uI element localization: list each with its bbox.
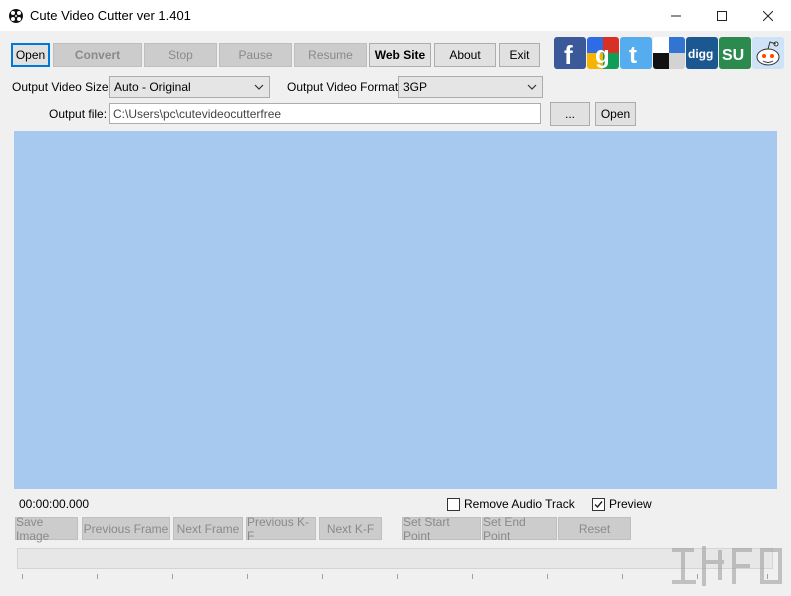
tick-mark — [547, 574, 548, 579]
delicious-icon[interactable] — [653, 37, 685, 69]
output-size-select[interactable]: Auto - Original — [109, 76, 270, 98]
video-preview-area[interactable] — [14, 131, 777, 489]
save-image-button[interactable]: Save Image — [15, 515, 78, 543]
checkbox-box — [447, 497, 460, 511]
minimize-button[interactable] — [653, 0, 699, 31]
tick-mark — [22, 574, 23, 579]
tick-mark — [622, 574, 623, 579]
output-format-select[interactable]: 3GP — [398, 76, 543, 98]
chevron-down-icon — [254, 84, 264, 90]
maximize-icon — [717, 10, 727, 21]
output-file-input[interactable]: C:\Users\pc\cutevideocutterfree — [109, 103, 541, 124]
chevron-down-icon — [527, 84, 537, 90]
open-folder-button[interactable]: Open — [595, 102, 636, 126]
reddit-icon[interactable] — [752, 37, 784, 69]
title-bar: Cute Video Cutter ver 1.401 — [0, 0, 791, 31]
timeline-ticks — [17, 574, 773, 582]
google-icon[interactable]: g — [587, 37, 619, 69]
convert-button[interactable]: Convert — [53, 43, 142, 67]
set-start-point-button[interactable]: Set Start Point — [402, 515, 481, 543]
timeline-trackbar[interactable] — [17, 548, 773, 569]
svg-text:g: g — [595, 42, 610, 69]
preview-label: Preview — [609, 497, 652, 511]
close-button[interactable] — [745, 0, 791, 31]
tick-mark — [172, 574, 173, 579]
output-size-value: Auto - Original — [114, 80, 191, 94]
svg-text:digg: digg — [688, 47, 713, 61]
svg-text:SU: SU — [722, 47, 744, 64]
previous-frame-button[interactable]: Previous Frame — [82, 517, 170, 540]
about-button[interactable]: About — [434, 43, 496, 67]
film-reel-icon — [9, 9, 23, 23]
tick-mark — [247, 574, 248, 579]
next-frame-button[interactable]: Next Frame — [173, 517, 243, 540]
tick-mark — [322, 574, 323, 579]
stop-button[interactable]: Stop — [144, 43, 217, 67]
website-button[interactable]: Web Site — [369, 43, 431, 67]
output-format-value: 3GP — [403, 80, 428, 94]
open-button[interactable]: Open — [11, 43, 50, 67]
tick-mark — [472, 574, 473, 579]
exit-button[interactable]: Exit — [499, 43, 540, 67]
digg-icon[interactable]: digg — [686, 37, 718, 69]
watermark-logo — [672, 546, 782, 586]
facebook-icon[interactable]: f — [554, 37, 586, 69]
browse-button[interactable]: ... — [550, 102, 590, 126]
window-title: Cute Video Cutter ver 1.401 — [30, 8, 191, 23]
time-display: 00:00:00.000 — [19, 497, 90, 511]
next-kf-button[interactable]: Next K-F — [319, 517, 382, 540]
svg-text:t: t — [629, 42, 637, 69]
remove-audio-label: Remove Audio Track — [464, 497, 575, 511]
checkbox-box — [592, 497, 605, 511]
resume-button[interactable]: Resume — [294, 43, 367, 67]
reset-button[interactable]: Reset — [558, 517, 631, 540]
twitter-icon[interactable]: t — [620, 37, 652, 69]
remove-audio-checkbox[interactable]: Remove Audio Track — [447, 497, 575, 511]
output-format-label: Output Video Format: — [287, 80, 402, 94]
previous-kf-button[interactable]: Previous K-F — [246, 515, 316, 543]
stumbleupon-icon[interactable]: SU — [719, 37, 751, 69]
svg-text:f: f — [564, 40, 573, 69]
set-end-point-button[interactable]: Set End Point — [482, 515, 557, 543]
pause-button[interactable]: Pause — [219, 43, 292, 67]
minimize-icon — [671, 15, 681, 16]
close-icon — [763, 10, 773, 21]
preview-checkbox[interactable]: Preview — [592, 497, 652, 511]
tick-mark — [397, 574, 398, 579]
checkmark-icon — [594, 500, 603, 508]
tick-mark — [97, 574, 98, 579]
maximize-button[interactable] — [699, 0, 745, 31]
output-file-label: Output file: — [49, 107, 108, 121]
output-size-label: Output Video Size: — [12, 80, 112, 94]
